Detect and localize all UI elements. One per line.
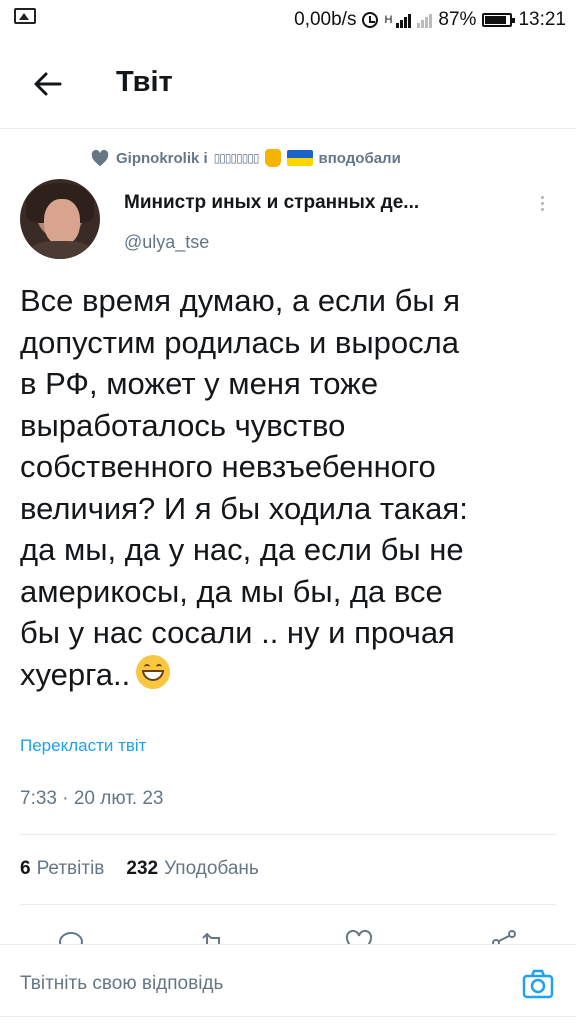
reply-bar: [0, 944, 576, 1025]
retweets-stat[interactable]: 6 Ретвітів: [20, 858, 104, 880]
status-bar: 0,00b/s H 87% 13:21: [0, 0, 576, 40]
network-speed: 0,00b/s: [294, 9, 357, 30]
tweet-timestamp: 7:33 · 20 лют. 23: [20, 788, 164, 809]
signal-secondary-icon: [417, 12, 433, 28]
signal-icon: [396, 12, 412, 28]
context-unrendered-glyphs: ▯▯▯▯▯▯▯▯: [213, 151, 260, 165]
tweet-line-text: хуерга..: [20, 656, 131, 692]
fist-emoji-icon: [264, 149, 281, 167]
page-title: Твіт: [116, 66, 173, 98]
social-context[interactable]: Gipnokrolik і ▯▯▯▯▯▯▯▯ вподобали: [90, 146, 401, 170]
divider: [0, 1016, 576, 1017]
likes-stat[interactable]: 232 Уподобань: [126, 858, 258, 880]
likes-label: Уподобань: [164, 858, 259, 879]
tweet-line: допустим родилась и выросла: [20, 324, 459, 360]
divider: [20, 904, 556, 905]
clock: 13:21: [518, 9, 566, 30]
back-arrow-icon[interactable]: [30, 66, 66, 102]
tweet-line: собственного невзъебенного: [20, 449, 436, 484]
grinning-emoji-icon: [136, 654, 171, 689]
camera-icon[interactable]: [522, 969, 554, 999]
author-name[interactable]: Министр иных и странных де...: [124, 192, 419, 214]
alarm-icon: [362, 12, 379, 28]
context-suffix: вподобали: [318, 149, 401, 167]
battery-icon: [482, 13, 516, 27]
retweets-label: Ретвітів: [36, 858, 105, 879]
tweet-line: америкосы, да мы бы, да все: [20, 573, 443, 609]
tweet-line: выработалось чувство: [20, 407, 346, 443]
tweet-line: бы у нас сосали .. ну и прочая: [20, 615, 455, 650]
context-names: Gipnokrolik і: [116, 149, 208, 167]
battery-percent: 87%: [438, 9, 477, 30]
author-handle[interactable]: @ulya_tse: [124, 232, 209, 253]
tweet-stats: 6 Ретвітів 232 Уподобань: [20, 858, 259, 880]
tweet-line: в РФ, может у меня тоже: [20, 366, 379, 401]
heart-icon: [91, 149, 109, 167]
status-indicators: 0,00b/s H 87% 13:21: [294, 6, 566, 34]
avatar[interactable]: [20, 179, 100, 259]
translate-tweet-link[interactable]: Перекласти твіт: [20, 736, 146, 756]
ukraine-flag-icon: [286, 150, 313, 166]
tweet-line: Все время думаю, а если бы я: [20, 283, 461, 318]
reply-input[interactable]: [20, 973, 460, 995]
tweet-line: величия? И я бы ходила такая:: [20, 490, 468, 526]
network-type: H: [384, 14, 393, 26]
tweet-line-last: хуерга..: [20, 654, 560, 696]
divider: [20, 834, 556, 835]
tweet-line: да мы, да у нас, да если бы не: [20, 532, 464, 567]
image-notification-icon: [14, 8, 36, 24]
retweets-count: 6: [20, 858, 31, 879]
likes-count: 232: [126, 858, 159, 879]
app-header: Твіт: [0, 40, 576, 129]
tweet-text: Все время думаю, а если бы я допустим ро…: [20, 280, 560, 695]
more-options-icon[interactable]: [536, 193, 548, 217]
